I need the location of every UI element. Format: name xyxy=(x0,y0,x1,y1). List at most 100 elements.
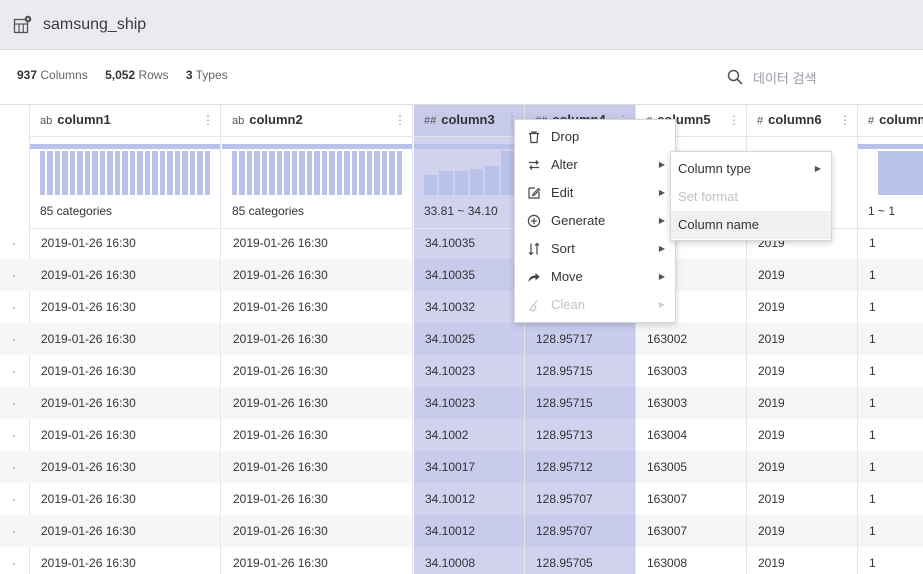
table-cell[interactable]: 2019-01-26 16:30 xyxy=(222,483,412,515)
table-cell[interactable]: 34.1002 xyxy=(414,419,524,451)
table-cell[interactable]: 2019-01-26 16:30 xyxy=(222,323,412,355)
table-cell[interactable]: 1 xyxy=(858,515,923,547)
table-cell[interactable]: 2019-01-26 16:30 xyxy=(30,227,220,259)
table-cell[interactable]: 2019-01-26 16:30 xyxy=(30,355,220,387)
histogram-bar xyxy=(232,151,238,195)
table-cell[interactable]: 34.10008 xyxy=(414,547,524,574)
table-cell[interactable]: 2019-01-26 16:30 xyxy=(222,515,412,547)
table-cell[interactable]: 2019-01-26 16:30 xyxy=(222,291,412,323)
menu-item-label: Drop xyxy=(551,129,580,144)
table-cell[interactable]: 2019 xyxy=(747,387,857,419)
table-cell[interactable]: 34.10012 xyxy=(414,483,524,515)
table-cell[interactable]: 34.10032 xyxy=(414,291,524,323)
table-cell[interactable]: 2019-01-26 16:30 xyxy=(222,259,412,291)
table-cell[interactable]: 128.95707 xyxy=(525,515,635,547)
more-options-icon[interactable]: ⋮ xyxy=(728,105,740,135)
table-cell[interactable]: 2019-01-26 16:30 xyxy=(30,259,220,291)
column-header[interactable]: ab column1 ⋮ xyxy=(30,105,220,137)
table-cell[interactable]: 2019-01-26 16:30 xyxy=(30,547,220,574)
submenu-item-column-type[interactable]: Column type ▶ xyxy=(671,155,831,183)
table-cell[interactable]: 1 xyxy=(858,451,923,483)
table-cell[interactable]: 2019-01-26 16:30 xyxy=(30,515,220,547)
table-cell[interactable]: 128.95707 xyxy=(525,483,635,515)
table-cell[interactable]: 128.95712 xyxy=(525,451,635,483)
menu-item-generate[interactable]: Generate ▶ xyxy=(515,207,675,235)
table-cell[interactable]: 2019-01-26 16:30 xyxy=(30,483,220,515)
table-cell[interactable]: 1 xyxy=(858,547,923,574)
table-cell[interactable]: 1 xyxy=(858,483,923,515)
table-cell[interactable]: 34.10035 xyxy=(414,259,524,291)
table-cell[interactable]: 2019 xyxy=(747,515,857,547)
column-header[interactable]: ab column2 ⋮ xyxy=(222,105,412,137)
table-cell[interactable]: 128.95705 xyxy=(525,547,635,574)
table-cell[interactable]: 34.10017 xyxy=(414,451,524,483)
table-cell[interactable]: 163007 xyxy=(636,515,746,547)
table-cell[interactable]: 2019-01-26 16:30 xyxy=(30,451,220,483)
table-cell[interactable]: 2019 xyxy=(747,451,857,483)
table-cell[interactable]: 2019-01-26 16:30 xyxy=(222,547,412,574)
search-input[interactable] xyxy=(753,67,913,89)
table-cell[interactable]: 2019 xyxy=(747,355,857,387)
histogram-bar xyxy=(62,151,68,195)
table-cell[interactable]: 1 xyxy=(858,419,923,451)
menu-item-move[interactable]: Move ▶ xyxy=(515,263,675,291)
table-cell[interactable]: 1 xyxy=(858,291,923,323)
menu-item-edit[interactable]: Edit ▶ xyxy=(515,179,675,207)
table-cell[interactable]: 1 xyxy=(858,387,923,419)
histogram-range-bar xyxy=(414,144,524,149)
table-cell[interactable]: 2019-01-26 16:30 xyxy=(222,387,412,419)
table-cell[interactable]: 2019-01-26 16:30 xyxy=(30,291,220,323)
table-cell[interactable]: 128.95715 xyxy=(525,387,635,419)
table-cell[interactable]: 163007 xyxy=(636,483,746,515)
table-cell[interactable]: 2019-01-26 16:30 xyxy=(30,323,220,355)
histogram-bar xyxy=(239,151,245,195)
column-histogram xyxy=(858,137,923,199)
more-options-icon[interactable]: ⋮ xyxy=(202,105,214,135)
table-cell[interactable]: 2019-01-26 16:30 xyxy=(222,451,412,483)
column-cells: 2019-01-26 16:30 2019-01-26 16:30 2019-01-… xyxy=(222,227,412,574)
table-cell[interactable]: 34.10025 xyxy=(414,323,524,355)
table-cell[interactable]: 128.95717 xyxy=(525,323,635,355)
menu-item-sort[interactable]: Sort ▶ xyxy=(515,235,675,263)
table-cell[interactable]: 2019-01-26 16:30 xyxy=(222,227,412,259)
alter-submenu: Column type ▶ Set format Column name xyxy=(670,151,832,241)
table-cell[interactable]: 163002 xyxy=(636,323,746,355)
table-cell[interactable]: 2019 xyxy=(747,547,857,574)
table-cell[interactable]: 163008 xyxy=(636,547,746,574)
submenu-item-set-format: Set format xyxy=(671,183,831,211)
table-cell[interactable]: 2019-01-26 16:30 xyxy=(222,355,412,387)
column-header[interactable]: # column6 ⋮ xyxy=(747,105,857,137)
table-cell[interactable]: 2019-01-26 16:30 xyxy=(30,387,220,419)
table-cell[interactable]: 2019-01-26 16:30 xyxy=(222,419,412,451)
table-cell[interactable]: 163004 xyxy=(636,419,746,451)
column-header[interactable]: #column7⋮ xyxy=(858,105,923,137)
table-cell[interactable]: 163005 xyxy=(636,451,746,483)
table-cell[interactable]: 1 xyxy=(858,323,923,355)
table-cell[interactable]: 2019 xyxy=(747,323,857,355)
table-cell[interactable]: 34.10023 xyxy=(414,387,524,419)
table-cell[interactable]: 1 xyxy=(858,355,923,387)
column-header[interactable]: ## column3 ⋮ xyxy=(414,105,524,137)
table-cell[interactable]: 2019 xyxy=(747,483,857,515)
table-cell[interactable]: 34.10035 xyxy=(414,227,524,259)
table-cell[interactable]: 2019 xyxy=(747,419,857,451)
search-icon[interactable] xyxy=(727,69,743,85)
table-cell[interactable]: 163003 xyxy=(636,387,746,419)
table-cell[interactable]: 1 xyxy=(858,227,923,259)
menu-item-drop[interactable]: Drop xyxy=(515,123,675,151)
table-cell[interactable]: 2019 xyxy=(747,259,857,291)
table-cell[interactable]: 163003 xyxy=(636,355,746,387)
table-cell[interactable]: 2019 xyxy=(747,291,857,323)
histogram-bar xyxy=(167,151,173,195)
table-cell[interactable]: 34.10012 xyxy=(414,515,524,547)
submenu-item-column-name[interactable]: Column name xyxy=(671,211,831,239)
histogram-bar xyxy=(269,151,275,195)
more-options-icon[interactable]: ⋮ xyxy=(839,105,851,135)
table-cell[interactable]: 34.10023 xyxy=(414,355,524,387)
table-cell[interactable]: 2019-01-26 16:30 xyxy=(30,419,220,451)
more-options-icon[interactable]: ⋮ xyxy=(394,105,406,135)
menu-item-alter[interactable]: Alter ▶ xyxy=(515,151,675,179)
table-cell[interactable]: 1 xyxy=(858,259,923,291)
table-cell[interactable]: 128.95713 xyxy=(525,419,635,451)
table-cell[interactable]: 128.95715 xyxy=(525,355,635,387)
